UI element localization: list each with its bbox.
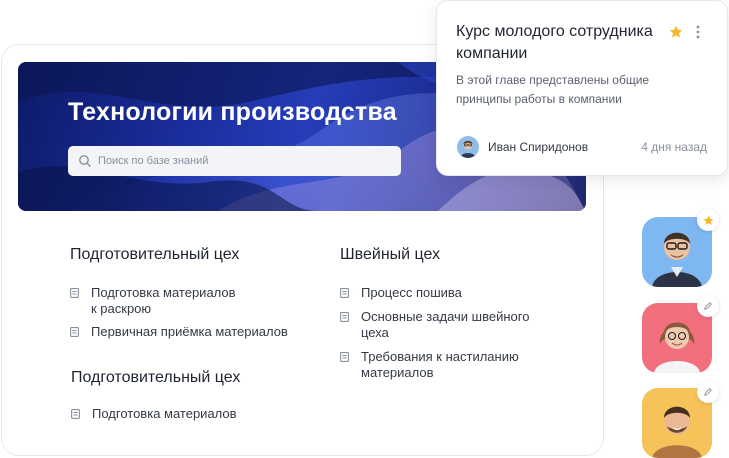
list-item-label: Основные задачи швейного цеха	[361, 309, 530, 340]
search-box[interactable]	[68, 146, 401, 176]
list-item-label: Подготовка материалов	[92, 406, 237, 421]
document-icon	[70, 327, 79, 337]
section-title: Швейный цех	[340, 246, 441, 263]
list-item[interactable]: Требования к настиланию материалов	[340, 349, 519, 381]
list-item[interactable]: Подготовка материалов к раскрою	[70, 285, 236, 317]
more-options-icon[interactable]	[693, 23, 703, 41]
course-card-popup[interactable]: Курс молодого сотрудника компании В этой…	[436, 0, 728, 176]
list-item-label: Требования к настиланию материалов	[361, 349, 519, 380]
list-item-label: Первичная приёмка материалов	[91, 324, 288, 339]
course-description: В этой главе представлены общие принципы…	[456, 73, 650, 106]
list-item[interactable]: Подготовка материалов	[71, 406, 237, 422]
list-item[interactable]: Первичная приёмка материалов	[70, 324, 288, 340]
star-icon	[703, 215, 713, 225]
page-title: Технологии производства	[68, 98, 397, 126]
document-icon	[340, 288, 349, 298]
list-item[interactable]: Основные задачи швейного цеха	[340, 309, 529, 341]
search-input[interactable]	[98, 155, 388, 167]
document-icon	[340, 312, 349, 322]
document-icon	[340, 352, 349, 362]
section-title: Подготовительный цех	[71, 369, 241, 386]
list-item[interactable]: Процесс пошива	[340, 285, 462, 301]
author-name: Иван Спиридонов	[488, 140, 589, 154]
course-title: Курс молодого сотрудника компании	[456, 23, 653, 62]
timestamp: 4 дня назад	[641, 140, 707, 154]
document-icon	[71, 409, 80, 419]
edit-badge[interactable]	[697, 295, 719, 317]
pencil-icon	[704, 302, 712, 310]
search-icon	[79, 155, 91, 167]
section-title: Подготовительный цех	[70, 246, 240, 263]
list-item-label: Процесс пошива	[361, 285, 462, 300]
list-item-label: Подготовка материалов к раскрою	[91, 285, 236, 316]
document-icon	[70, 288, 79, 298]
favorite-badge[interactable]	[697, 209, 719, 231]
pencil-icon	[704, 388, 712, 396]
edit-badge[interactable]	[697, 381, 719, 403]
star-icon[interactable]	[669, 25, 683, 39]
author-avatar	[457, 136, 479, 158]
